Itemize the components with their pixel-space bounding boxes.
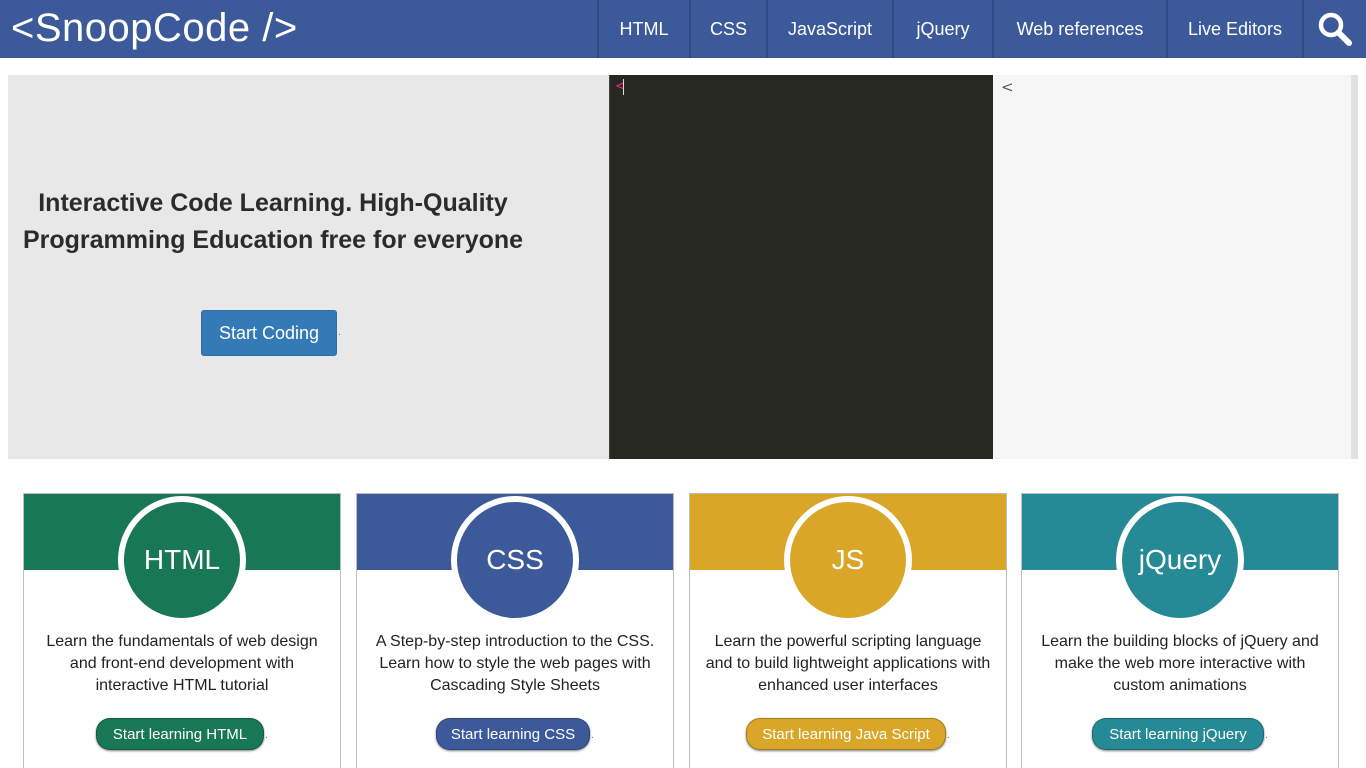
nav-jquery[interactable]: jQuery	[892, 0, 992, 58]
card-css-badge: CSS	[451, 496, 579, 624]
hero-title: Interactive Code Learning. High-Quality …	[22, 189, 524, 254]
live-preview: <	[993, 75, 1351, 459]
card-css-dot: .	[591, 730, 594, 741]
card-html-badge: HTML	[118, 496, 246, 624]
search-icon	[1318, 12, 1352, 46]
editor-cursor	[623, 79, 624, 95]
start-learning-html-button[interactable]: Start learning HTML	[96, 718, 264, 750]
site-logo[interactable]: <SnoopCode />	[11, 3, 298, 53]
card-js-description: Learn the powerful scripting language an…	[705, 633, 991, 694]
nav-live-editors[interactable]: Live Editors	[1166, 0, 1302, 58]
card-css-description: A Step-by-step introduction to the CSS. …	[375, 633, 655, 694]
search-button[interactable]	[1302, 0, 1366, 58]
card-html-dot: .	[265, 730, 268, 741]
card-js: JS Learn the powerful scripting language…	[689, 493, 1007, 768]
card-js-dot: .	[947, 730, 950, 741]
top-navigation-bar: <SnoopCode /> HTML CSS JavaScript jQuery…	[0, 0, 1366, 58]
card-js-badge: JS	[784, 496, 912, 624]
start-learning-js-button[interactable]: Start learning Java Script	[746, 718, 946, 750]
preview-scrollbar[interactable]	[1351, 75, 1358, 459]
start-coding-button[interactable]: Start Coding	[201, 310, 337, 356]
card-html: HTML Learn the fundamentals of web desig…	[23, 493, 341, 768]
card-css: CSS A Step-by-step introduction to the C…	[356, 493, 674, 768]
main-nav: HTML CSS JavaScript jQuery Web reference…	[597, 0, 1366, 58]
start-learning-css-button[interactable]: Start learning CSS	[436, 718, 590, 750]
nav-css[interactable]: CSS	[689, 0, 766, 58]
card-jquery-badge: jQuery	[1116, 496, 1244, 624]
nav-web-references[interactable]: Web references	[992, 0, 1166, 58]
nav-html[interactable]: HTML	[597, 0, 689, 58]
code-editor[interactable]: <	[609, 75, 993, 459]
start-learning-jquery-button[interactable]: Start learning jQuery	[1092, 718, 1264, 750]
hero-dot: .	[338, 327, 341, 338]
card-jquery-description: Learn the building blocks of jQuery and …	[1041, 633, 1319, 694]
hero-panel: Interactive Code Learning. High-Quality …	[8, 75, 609, 459]
card-html-description: Learn the fundamentals of web design and…	[46, 633, 318, 694]
preview-content: <	[1001, 78, 1014, 96]
card-jquery: jQuery Learn the building blocks of jQue…	[1021, 493, 1339, 768]
nav-javascript[interactable]: JavaScript	[766, 0, 892, 58]
card-jquery-dot: .	[1265, 730, 1268, 741]
